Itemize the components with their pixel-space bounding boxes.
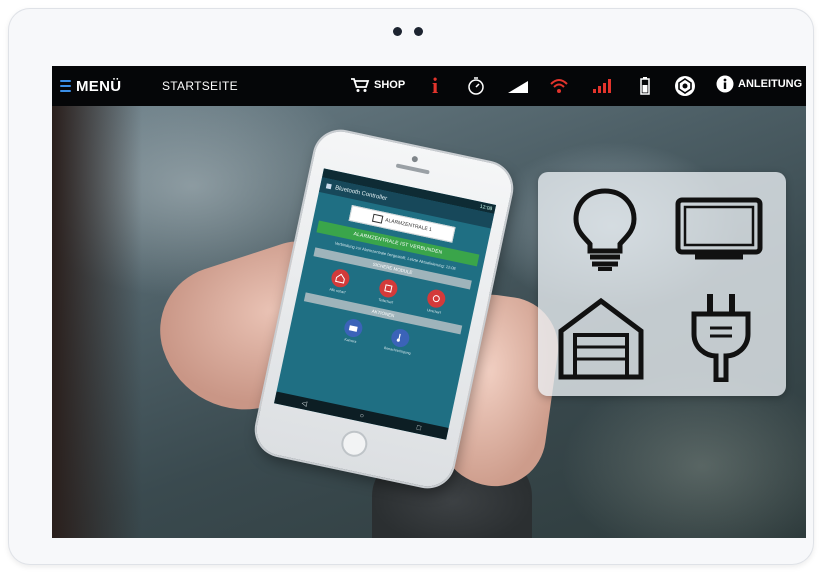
phone-camera [411,155,419,163]
signal-icon [508,81,528,93]
startseite-link[interactable]: STARTSEITE [162,79,238,93]
app-action-1-label: Alle scharf [328,287,346,295]
signal-bars-icon [593,79,611,93]
plug-device[interactable] [676,292,766,382]
tv-icon [675,197,763,260]
camera-icon [342,317,364,339]
timer-button[interactable] [465,75,487,97]
partial-arm-icon [377,277,400,300]
app-action-4[interactable]: Kamera [341,317,364,344]
home-nav-icon[interactable]: ○ [359,412,365,420]
garage-device[interactable] [556,294,646,384]
signal-indicator [507,75,529,97]
phone-app-screen: 12:08 Bluetooth Controller ALARMZENTRALE… [274,168,497,440]
front-camera-dot [393,27,402,36]
phone-home-button[interactable] [338,428,370,460]
app-action-4-label: Kamera [343,337,357,344]
wifi-indicator [548,75,570,97]
timer-icon [468,77,484,95]
battery-indicator [634,75,656,97]
app-action-5[interactable]: Benachrichtigung [384,326,415,355]
house-lock-icon [329,267,351,289]
smart-device-panel [538,172,786,396]
shop-button[interactable]: SHOP [350,77,405,93]
info-icon: i [431,73,439,98]
plug-icon [691,294,751,382]
shop-label: SHOP [374,79,406,91]
app-action-2[interactable]: Teilscharf [376,277,400,305]
app-action-2-label: Teilscharf [377,297,394,305]
tablet-frame: MENÜ STARTSEITE SHOP i ANLEITUNG 12:08 B… [8,8,814,565]
wifi-icon [550,79,568,93]
garage-icon [558,297,644,380]
phone-speaker [395,163,430,175]
app-action-1[interactable]: Alle scharf [328,267,351,295]
lightbulb-icon [573,188,637,271]
tablet-screen: MENÜ STARTSEITE SHOP i ANLEITUNG 12:08 B… [52,66,806,538]
unlock-icon [425,288,448,310]
person-shadow [52,106,142,538]
cart-icon [351,78,370,92]
music-note-icon [389,327,411,349]
front-sensor-dot [414,27,423,36]
app-logo-icon [325,183,332,190]
app-action-3[interactable]: Unscharf [425,288,448,315]
app-action-3-label: Unscharf [426,308,442,315]
settings-button[interactable] [674,75,696,97]
light-device[interactable] [560,184,650,274]
menu-label: MENÜ [76,77,122,95]
back-nav-icon[interactable]: ◁ [301,399,308,408]
anleitung-button[interactable]: ANLEITUNG [716,75,802,93]
settings-icon [675,76,695,96]
recents-nav-icon[interactable]: □ [416,424,422,432]
menu-button[interactable]: MENÜ [60,74,121,98]
top-navigation-bar: MENÜ STARTSEITE SHOP i ANLEITUNG [52,66,806,106]
anleitung-label: ANLEITUNG [738,78,803,90]
info-button[interactable]: i [424,75,446,97]
tv-device[interactable] [674,184,764,274]
battery-icon [640,77,650,95]
app-banner-label: ALARMZENTRALE 1 [384,217,433,234]
hamburger-icon [60,80,71,92]
info-circle-icon [716,75,734,93]
cell-signal-indicator [591,75,613,97]
background-photo: 12:08 Bluetooth Controller ALARMZENTRALE… [52,106,806,538]
alarm-panel-icon [371,213,384,224]
app-action-5-label: Benachrichtigung [383,345,411,356]
